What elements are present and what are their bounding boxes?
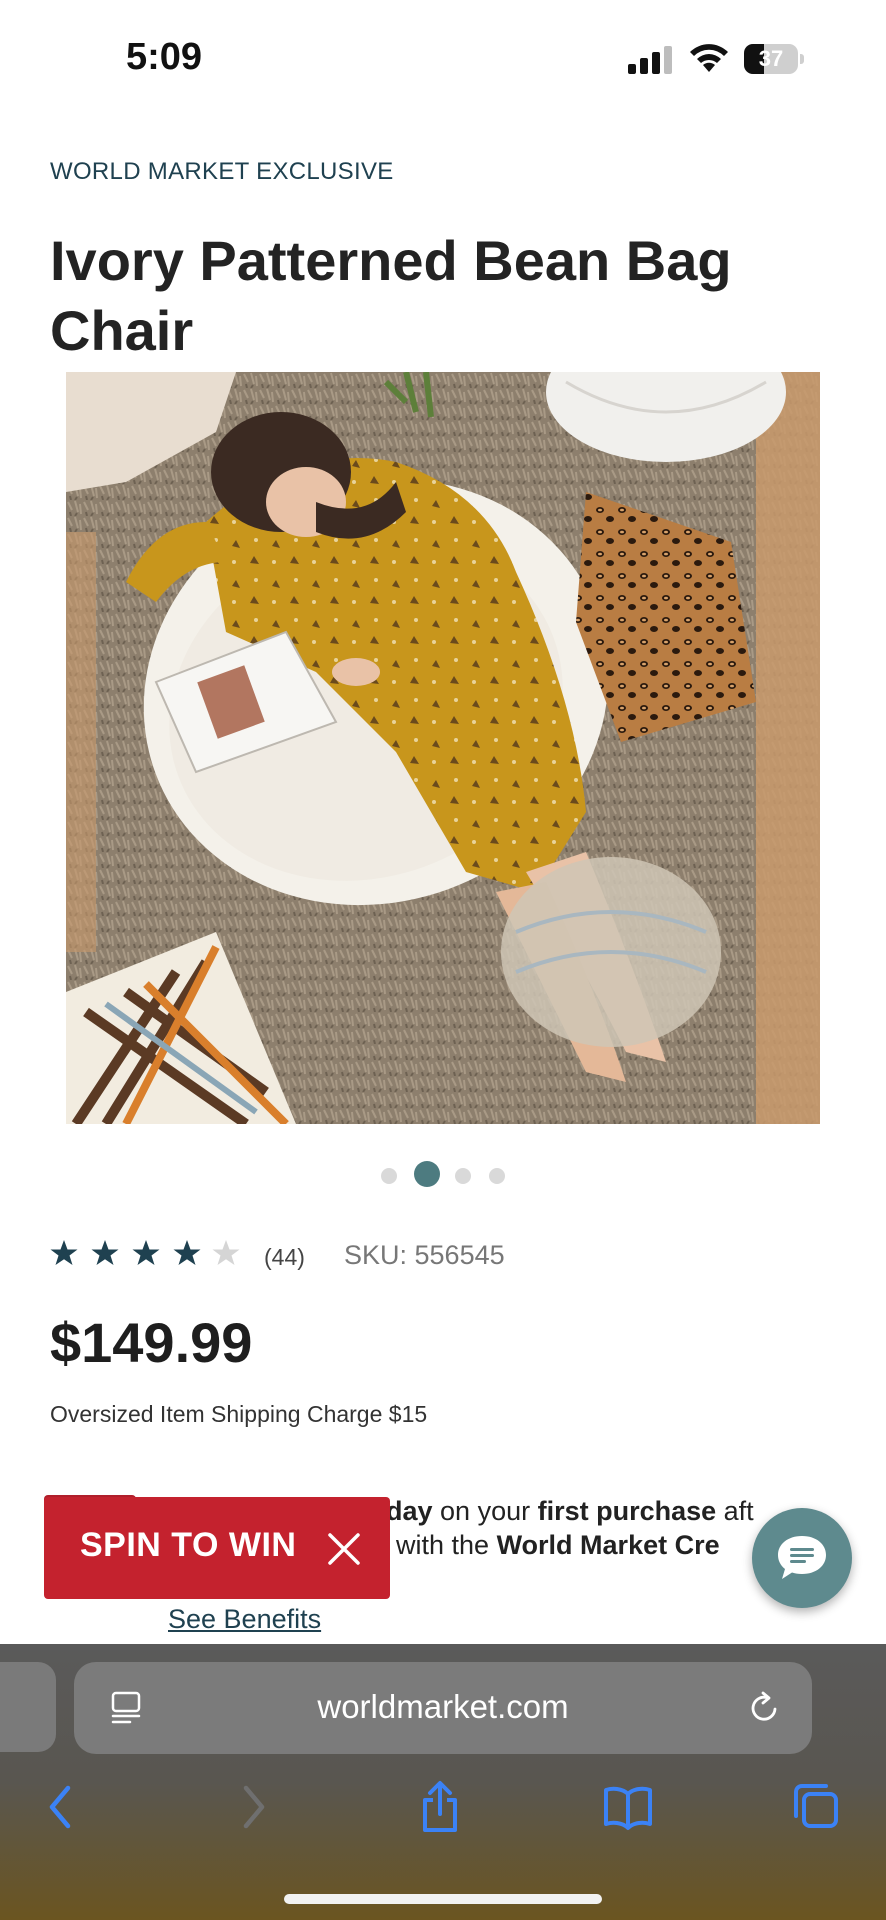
carousel-dot-1[interactable] xyxy=(381,1168,397,1184)
star-icon xyxy=(132,1240,160,1265)
status-time: 5:09 xyxy=(126,36,203,78)
tabs-icon[interactable] xyxy=(792,1780,840,1834)
close-icon[interactable] xyxy=(326,1531,362,1567)
status-bar: 5:09 37 xyxy=(0,0,886,110)
address-bar[interactable]: worldmarket.com xyxy=(74,1662,812,1754)
carousel-dot-3[interactable] xyxy=(455,1168,471,1184)
safari-bottom-bar: worldmarket.com xyxy=(0,1644,886,1920)
brand-eyebrow: WORLD MARKET EXCLUSIVE xyxy=(50,158,394,185)
carousel-dot-2-active[interactable] xyxy=(414,1161,440,1187)
chevron-right-icon[interactable] xyxy=(236,1780,270,1834)
see-benefits-link[interactable]: See Benefits xyxy=(168,1604,321,1635)
star-icon xyxy=(173,1240,201,1265)
reload-icon[interactable] xyxy=(746,1690,782,1726)
share-icon[interactable] xyxy=(418,1780,462,1834)
chat-button[interactable] xyxy=(752,1508,852,1608)
spin-to-win-label[interactable]: SPIN TO WIN xyxy=(80,1526,296,1565)
image-carousel-dots xyxy=(0,1160,886,1188)
home-indicator xyxy=(284,1894,602,1904)
chevron-left-icon[interactable] xyxy=(44,1780,78,1834)
product-price: $149.99 xyxy=(50,1311,253,1374)
book-icon[interactable] xyxy=(602,1780,654,1834)
shipping-note: Oversized Item Shipping Charge $15 xyxy=(50,1401,428,1427)
star-icon xyxy=(91,1240,119,1265)
star-half-icon xyxy=(212,1240,240,1265)
previous-tab-peek[interactable] xyxy=(0,1662,56,1752)
wifi-icon xyxy=(690,44,728,72)
url-text[interactable]: worldmarket.com xyxy=(74,1688,812,1726)
battery-icon: 37 xyxy=(744,44,804,74)
credit-promo-line-2: with the World Market Cre xyxy=(396,1530,720,1560)
spin-to-win-banner[interactable]: SPIN TO WIN xyxy=(44,1497,390,1599)
chat-bubble-icon xyxy=(778,1536,826,1579)
cellular-signal-icon xyxy=(628,46,672,74)
carousel-dot-4[interactable] xyxy=(489,1168,505,1184)
product-photo-illustration xyxy=(66,372,820,1124)
sku-number: SKU: 556545 xyxy=(344,1240,505,1270)
star-icon xyxy=(50,1240,78,1265)
product-title: Ivory Patterned Bean Bag Chair xyxy=(50,229,732,362)
review-count[interactable]: (44) xyxy=(264,1244,305,1271)
product-image[interactable] xyxy=(66,372,820,1124)
battery-level: 37 xyxy=(758,46,784,71)
star-rating[interactable] xyxy=(50,1236,250,1272)
credit-promo-line-1: day on your first purchase aft xyxy=(386,1496,754,1526)
